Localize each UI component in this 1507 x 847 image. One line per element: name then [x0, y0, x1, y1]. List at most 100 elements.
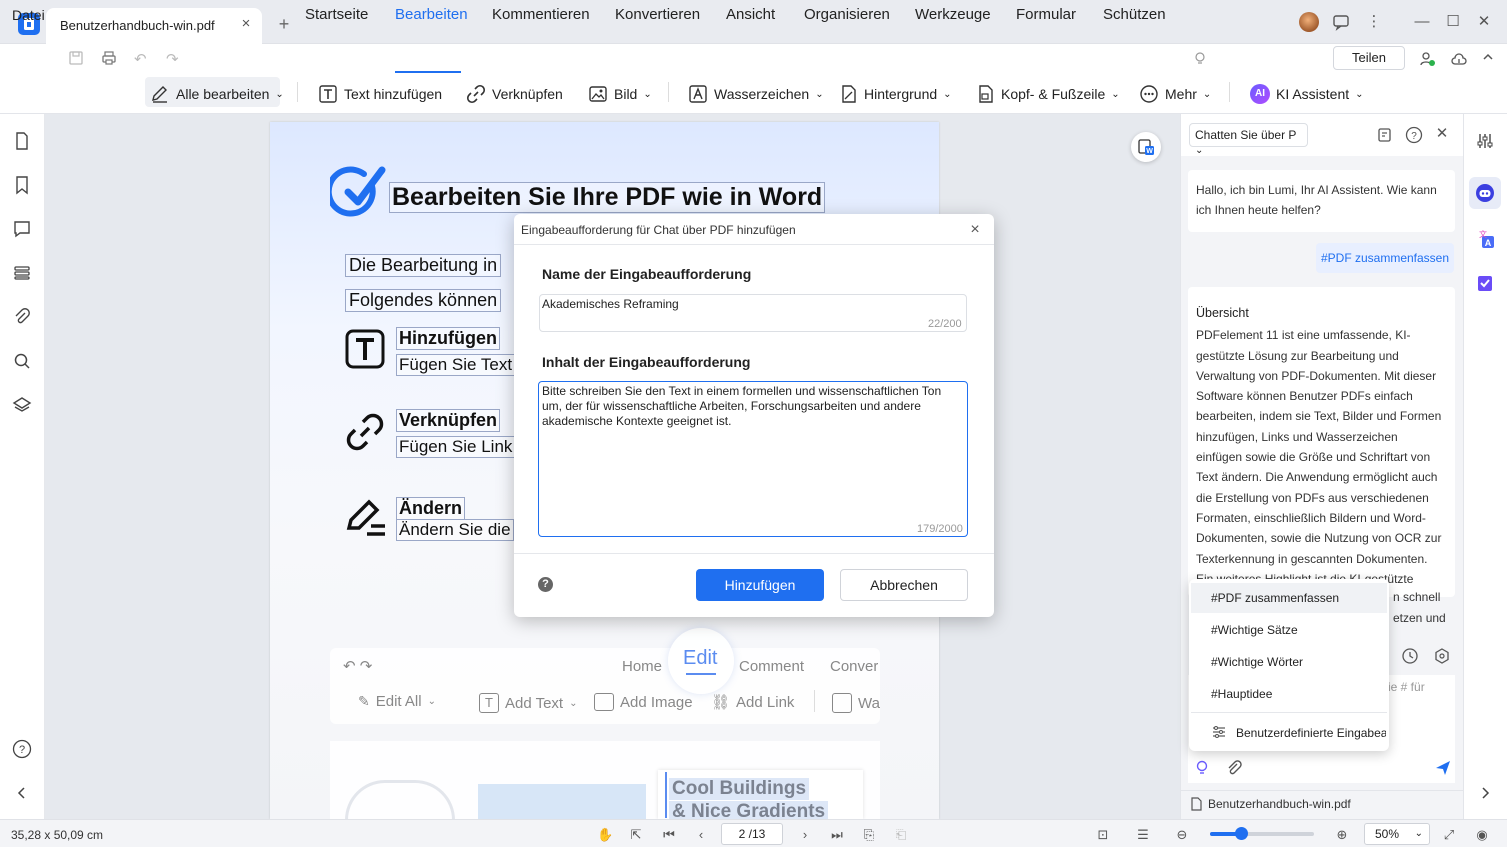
- kopf-fusszeile-button[interactable]: Kopf- & Fußzeile ⌄: [975, 84, 1120, 104]
- collapse-left-icon[interactable]: [12, 783, 32, 803]
- dialog-close-icon[interactable]: ×: [967, 222, 983, 238]
- prompt-item-main-idea[interactable]: #Hauptidee: [1191, 679, 1387, 709]
- attach-icon[interactable]: [1225, 759, 1243, 777]
- proofread-icon[interactable]: [1475, 273, 1495, 293]
- hintergrund-button[interactable]: Hintergrund ⌄: [838, 84, 952, 104]
- add-button[interactable]: Hinzufügen: [696, 569, 824, 601]
- save-icon[interactable]: [68, 50, 84, 66]
- edit-all-icon: [152, 86, 167, 103]
- prompt-content-textarea[interactable]: Bitte schreiben Sie den Text in einem fo…: [538, 381, 968, 537]
- lightbulb-icon[interactable]: [1192, 50, 1208, 66]
- svg-text:?: ?: [1411, 131, 1417, 142]
- image-icon: [589, 86, 607, 102]
- prompt-bulb-icon[interactable]: [1193, 759, 1211, 777]
- convert-to-word-button[interactable]: W: [1131, 132, 1161, 162]
- panel-help-icon[interactable]: ?: [1405, 126, 1423, 144]
- attached-file-name: Benutzerhandbuch-win.pdf: [1208, 797, 1351, 811]
- menu-organisieren[interactable]: Organisieren: [804, 6, 890, 23]
- tab-close-icon[interactable]: ×: [238, 16, 254, 32]
- last-page-icon[interactable]: ⏭: [829, 827, 845, 843]
- menu-ansicht[interactable]: Ansicht: [726, 6, 775, 23]
- zoom-select[interactable]: 50% ⌄: [1364, 823, 1430, 845]
- menu-startseite[interactable]: Startseite: [305, 6, 368, 23]
- menu-bearbeiten[interactable]: Bearbeiten: [395, 6, 468, 23]
- text-hinzufuegen-button[interactable]: Text hinzufügen: [318, 84, 442, 104]
- search-icon[interactable]: [12, 351, 32, 371]
- cloud-upload-icon[interactable]: [1450, 50, 1468, 68]
- verknuepfen-button[interactable]: Verknüpfen: [466, 84, 563, 104]
- dialog-help-icon[interactable]: ?: [538, 577, 553, 592]
- svg-text:W: W: [1146, 148, 1153, 155]
- ghost-tool-edit-all: ✎ Edit All ⌄: [358, 693, 436, 710]
- bild-button[interactable]: Bild ⌄: [588, 84, 652, 104]
- new-tab-button[interactable]: +: [274, 14, 294, 34]
- ghost-tab-edit: Edit: [683, 647, 718, 669]
- help-icon[interactable]: ?: [12, 739, 32, 759]
- prompt-name-input[interactable]: Akademisches Reframing: [539, 294, 967, 332]
- checkmark-circle-icon: [330, 164, 386, 220]
- menu-formular[interactable]: Formular: [1016, 6, 1076, 23]
- mehr-button[interactable]: Mehr ⌄: [1139, 84, 1211, 104]
- history-icon[interactable]: [1401, 647, 1419, 665]
- chat-mode-select[interactable]: Chatten Sie über P ⌄: [1189, 123, 1308, 156]
- share-button[interactable]: Teilen: [1333, 46, 1405, 70]
- prompt-content-counter: 179/2000: [917, 523, 963, 535]
- layers-icon[interactable]: [12, 395, 32, 415]
- close-window-icon[interactable]: ✕: [1474, 12, 1494, 32]
- minimize-icon[interactable]: —: [1412, 12, 1432, 32]
- rotate-page-icon[interactable]: ⎘: [861, 827, 877, 843]
- settings-hex-icon[interactable]: [1433, 647, 1451, 665]
- page-number-input[interactable]: 2 /13: [721, 823, 783, 845]
- user-sync-icon[interactable]: [1418, 50, 1436, 68]
- previous-page-icon[interactable]: ‹: [693, 827, 709, 843]
- menu-datei[interactable]: Datei: [12, 7, 45, 23]
- feedback-icon[interactable]: [1331, 12, 1351, 32]
- cancel-button[interactable]: Abbrechen: [840, 569, 968, 601]
- zoom-in-icon[interactable]: ⊕: [1334, 827, 1350, 843]
- prompt-library-icon[interactable]: [1376, 126, 1394, 144]
- custom-prompts-item[interactable]: Benutzerdefinierte Eingabea: [1236, 718, 1386, 748]
- menu-konvertieren[interactable]: Konvertieren: [615, 6, 700, 23]
- undo-icon[interactable]: ↶: [134, 50, 150, 68]
- select-tool-icon[interactable]: ⇱: [628, 827, 644, 843]
- prompt-item-key-sentences[interactable]: #Wichtige Sätze: [1191, 615, 1387, 645]
- print-icon[interactable]: [101, 50, 117, 66]
- more-vertical-icon[interactable]: ⋮: [1364, 12, 1384, 32]
- document-tab[interactable]: Benutzerhandbuch-win.pdf: [46, 8, 262, 44]
- menu-schuetzen[interactable]: Schützen: [1103, 6, 1166, 23]
- prompt-item-summary[interactable]: #PDF zusammenfassen: [1191, 583, 1387, 613]
- page-layout-icon[interactable]: ☰: [1135, 827, 1151, 843]
- translate-icon[interactable]: A文: [1475, 229, 1495, 249]
- wasserzeichen-button[interactable]: Wasserzeichen ⌄: [688, 84, 824, 104]
- prompt-item-key-words[interactable]: #Wichtige Wörter: [1191, 647, 1387, 677]
- text-feature-icon: [345, 329, 385, 369]
- maximize-icon[interactable]: ☐: [1443, 12, 1463, 32]
- next-page-icon[interactable]: ›: [797, 827, 813, 843]
- fullscreen-icon[interactable]: ⤢: [1441, 827, 1457, 843]
- assistant-greeting: Hallo, ich bin Lumi, Ihr AI Assistent. W…: [1188, 170, 1455, 232]
- first-page-icon[interactable]: ⏮: [661, 827, 677, 843]
- expand-right-icon[interactable]: [1475, 783, 1495, 803]
- pages-icon[interactable]: [12, 263, 32, 283]
- attachment-icon[interactable]: [12, 307, 32, 327]
- properties-icon[interactable]: [1475, 131, 1495, 151]
- fit-page-icon[interactable]: ⊡: [1095, 827, 1111, 843]
- hand-tool-icon[interactable]: ✋: [597, 827, 613, 843]
- alle-bearbeiten-button[interactable]: Alle bearbeiten ⌄: [150, 84, 284, 104]
- avatar[interactable]: [1299, 12, 1319, 32]
- menu-kommentieren[interactable]: Kommentieren: [492, 6, 590, 23]
- comments-icon[interactable]: [12, 219, 32, 239]
- dialog-title: Eingabeaufforderung für Chat über PDF hi…: [521, 223, 796, 237]
- send-icon[interactable]: [1434, 759, 1452, 777]
- zoom-out-icon[interactable]: ⊖: [1174, 827, 1190, 843]
- redo-icon[interactable]: ↷: [166, 50, 182, 68]
- ki-assistent-button[interactable]: AI KI Assistent ⌄: [1250, 84, 1364, 104]
- panel-close-icon[interactable]: ✕: [1434, 126, 1450, 142]
- chat-input-placeholder: ie # für: [1388, 680, 1425, 694]
- collapse-ribbon-icon[interactable]: [1479, 48, 1497, 66]
- read-mode-icon[interactable]: ◉: [1474, 827, 1490, 843]
- menu-werkzeuge[interactable]: Werkzeuge: [915, 6, 991, 23]
- extract-page-icon[interactable]: ⎗: [893, 827, 909, 843]
- bookmark-icon[interactable]: [12, 175, 32, 195]
- thumbnails-icon[interactable]: [12, 131, 32, 151]
